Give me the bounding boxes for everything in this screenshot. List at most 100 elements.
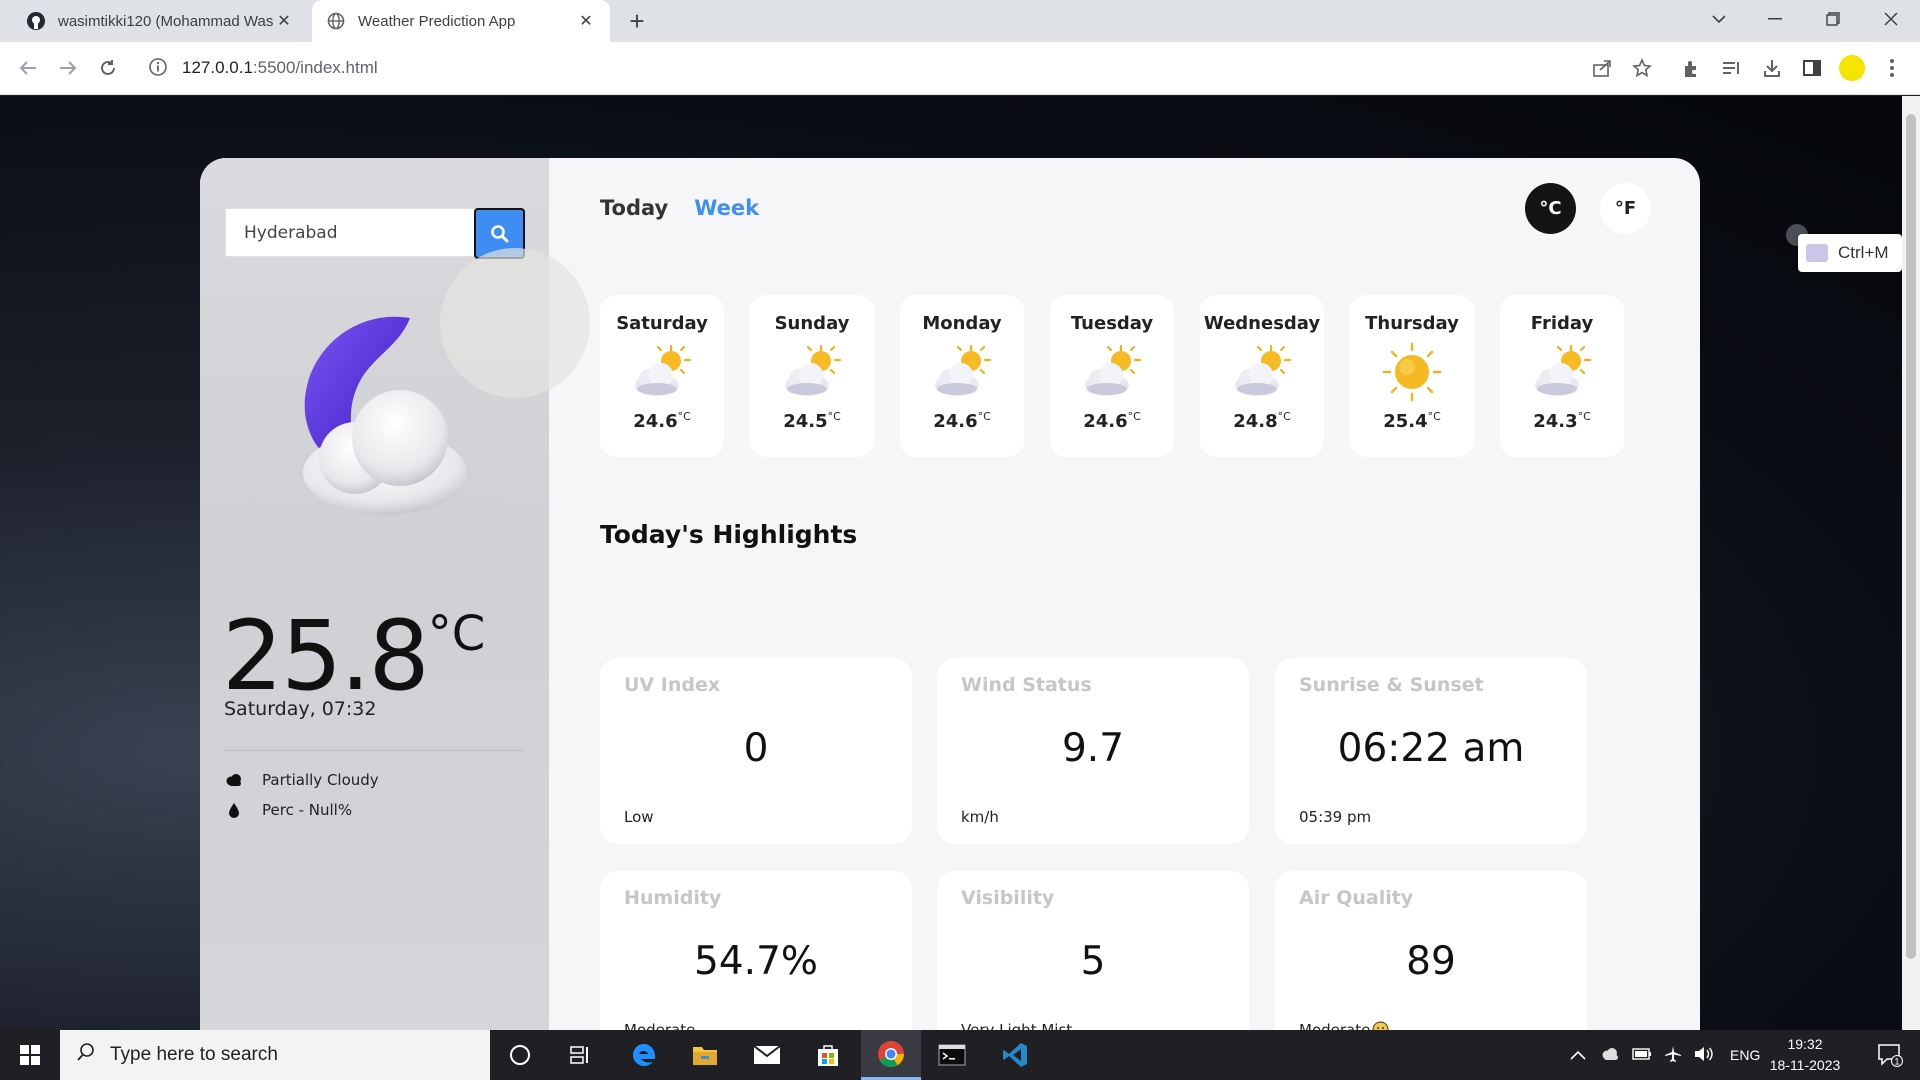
forecast-temp-unit: °C [827, 410, 841, 423]
vscode-icon[interactable] [985, 1030, 1045, 1080]
profile-avatar[interactable] [1836, 52, 1868, 84]
highlights-title: Today's Highlights [600, 520, 858, 549]
forecast-temp-unit: °C [1427, 410, 1441, 423]
url-host: 127.0.0.1 [182, 58, 253, 77]
windows-taskbar: Type here to search ENG 19:32 18-11-2023 [0, 1030, 1920, 1080]
close-window-icon[interactable] [1868, 0, 1914, 38]
visibility-card: Visibility 5 Very Light Mist [937, 871, 1249, 1030]
card-status: km/h [961, 808, 999, 826]
windows-logo-icon [20, 1045, 40, 1065]
page-viewport: Hyderabad 25.8°C Saturday, 07:32 Partial… [0, 96, 1902, 1030]
reload-icon[interactable] [92, 52, 124, 84]
condition-text: Partially Cloudy [262, 771, 379, 789]
reading-list-icon[interactable] [1716, 52, 1748, 84]
onedrive-cloud-icon[interactable] [1600, 1047, 1620, 1063]
clock-time: 19:32 [1787, 1036, 1823, 1052]
forecast-temp-unit: °C [1277, 410, 1291, 423]
edge-icon[interactable] [614, 1030, 674, 1080]
chevron-up-icon[interactable] [1570, 1047, 1586, 1063]
card-status: Moderate [624, 1021, 696, 1030]
forecast-temperature: 24.6°C [1050, 410, 1174, 432]
celsius-button[interactable]: °C [1525, 183, 1576, 234]
side-panel-icon[interactable] [1796, 52, 1828, 84]
address-bar[interactable]: 127.0.0.1:5500/index.html [136, 49, 1636, 87]
card-label: Sunrise & Sunset [1299, 674, 1484, 696]
restore-icon[interactable] [1810, 0, 1856, 38]
forecast-temp-value: 25.4 [1383, 411, 1428, 432]
notifications-icon[interactable]: 1 [1860, 1030, 1920, 1080]
forecast-day-card: Monday 24.6°C [900, 295, 1024, 457]
back-arrow-icon[interactable] [12, 52, 44, 84]
forecast-day-name: Tuesday [1070, 313, 1154, 334]
sidebar-divider [224, 750, 524, 751]
mail-icon[interactable] [737, 1030, 797, 1080]
download-icon[interactable] [1756, 52, 1788, 84]
airplane-mode-icon[interactable] [1664, 1045, 1682, 1066]
partly-sunny-icon [627, 342, 697, 402]
share-icon[interactable] [1586, 52, 1618, 84]
start-button[interactable] [0, 1030, 60, 1080]
forecast-temp-value: 24.8 [1233, 411, 1278, 432]
card-value: 0 [743, 726, 769, 771]
task-view-icon[interactable] [490, 1030, 550, 1080]
tab-today[interactable]: Today [600, 196, 668, 220]
tab-weather-app[interactable]: Weather Prediction App ✕ [312, 0, 610, 42]
forecast-temp-value: 24.5 [783, 411, 828, 432]
taskbar-search[interactable]: Type here to search [60, 1030, 490, 1080]
city-search-input[interactable]: Hyderabad [225, 208, 475, 257]
minimize-icon[interactable] [1752, 0, 1798, 38]
card-value: 5 [1080, 939, 1106, 984]
language-indicator[interactable]: ENG [1730, 1047, 1760, 1063]
file-explorer-icon[interactable] [675, 1030, 735, 1080]
forecast-temp-unit: °C [677, 410, 691, 423]
store-icon[interactable] [798, 1030, 858, 1080]
site-info-icon[interactable] [148, 57, 170, 79]
tab-search-chevron-icon[interactable] [1696, 0, 1742, 38]
menu-kebab-icon[interactable] [1876, 52, 1908, 84]
close-tab-icon[interactable]: ✕ [576, 11, 596, 31]
new-tab-button[interactable]: + [622, 6, 652, 36]
partly-sunny-icon [1227, 342, 1297, 402]
globe-icon [326, 11, 346, 31]
forecast-temperature: 24.6°C [600, 410, 724, 432]
card-value: 9.7 [1061, 726, 1125, 771]
bookmark-star-icon[interactable] [1626, 52, 1658, 84]
shortcut-text: Ctrl+M [1838, 243, 1889, 262]
taskbar-clock[interactable]: 19:32 18-11-2023 [1760, 1034, 1850, 1076]
close-tab-icon[interactable]: ✕ [274, 11, 294, 31]
card-label: Visibility [961, 887, 1055, 909]
card-status: 05:39 pm [1299, 808, 1372, 826]
card-label: Humidity [624, 887, 722, 909]
tab-week[interactable]: Week [694, 196, 759, 220]
wind-status-card: Wind Status 9.7 km/h [937, 658, 1249, 844]
cloudy-night-icon [303, 316, 467, 515]
timeline-icon[interactable] [550, 1030, 610, 1080]
forecast-temperature: 24.6°C [900, 410, 1024, 432]
terminal-icon[interactable] [922, 1030, 982, 1080]
forecast-day-name: Friday [1530, 313, 1594, 334]
air-quality-card: Air Quality 89 Moderate [1275, 871, 1587, 1030]
volume-icon[interactable] [1694, 1046, 1714, 1065]
forecast-day-name: Wednesday [1203, 313, 1321, 334]
forecast-temp-value: 24.6 [933, 411, 978, 432]
precipitation-row: Perc - Null% [224, 800, 352, 820]
fahrenheit-button[interactable]: °F [1600, 183, 1651, 234]
temperature-unit: °C [427, 606, 486, 662]
extension-shortcut-popup[interactable]: Ctrl+M [1798, 234, 1902, 272]
forecast-day-card: Friday 24.3°C [1500, 295, 1624, 457]
forecast-day-card: Thursday 25.4°C [1350, 295, 1474, 457]
tab-github[interactable]: wasimtikki120 (Mohammad Was ✕ [12, 0, 308, 42]
forecast-temperature: 24.3°C [1500, 410, 1624, 432]
forecast-temperature: 24.8°C [1200, 410, 1324, 432]
forecast-temperature: 24.5°C [750, 410, 874, 432]
card-status: Moderate [1299, 1021, 1389, 1030]
forecast-temp-unit: °C [977, 410, 991, 423]
battery-icon[interactable] [1632, 1047, 1652, 1063]
page-scrollbar[interactable] [1902, 96, 1920, 1030]
card-label: UV Index [624, 674, 721, 696]
extensions-icon[interactable] [1676, 52, 1708, 84]
forward-arrow-icon[interactable] [52, 52, 84, 84]
card-label: Air Quality [1299, 887, 1414, 909]
chrome-icon[interactable] [861, 1030, 921, 1080]
scrollbar-thumb[interactable] [1906, 114, 1916, 959]
